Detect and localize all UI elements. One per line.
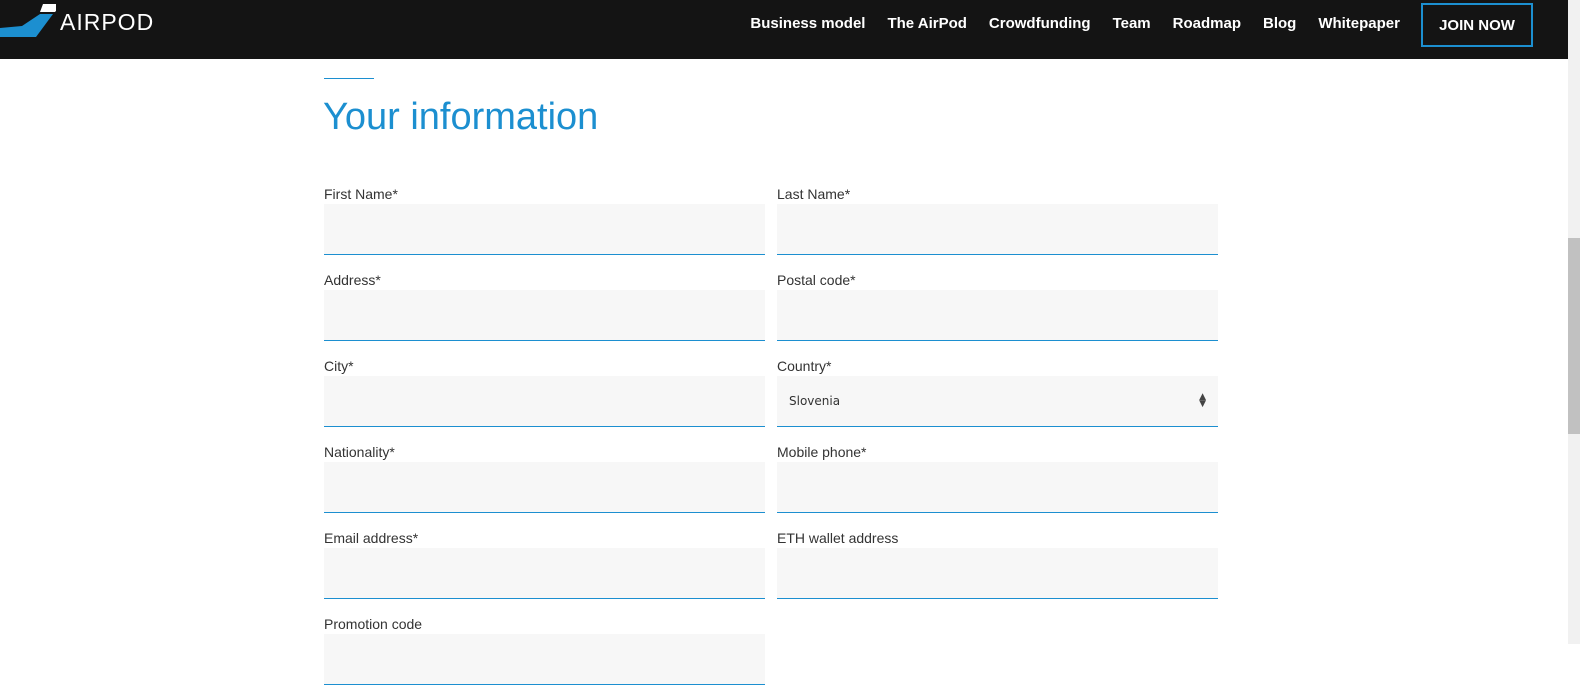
title-divider: [324, 78, 374, 79]
mobile-phone-field: Mobile phone*: [777, 444, 1218, 513]
field-label: Mobile phone*: [777, 444, 867, 460]
field-label: Promotion code: [324, 616, 423, 632]
field-label: Postal code*: [777, 272, 856, 288]
nationality-field: Nationality*: [324, 444, 765, 513]
postal-code-input[interactable]: [777, 290, 1218, 341]
address-input[interactable]: [324, 290, 765, 341]
eth-wallet-field: ETH wallet address: [777, 530, 1218, 599]
join-now-button[interactable]: JOIN NOW: [1421, 3, 1533, 47]
nav-roadmap[interactable]: Roadmap: [1173, 15, 1241, 32]
promotion-code-input[interactable]: [324, 634, 765, 685]
logo[interactable]: AIRPOD: [0, 4, 154, 40]
field-label: Country*: [777, 358, 832, 374]
field-label: City*: [324, 358, 354, 374]
nationality-input[interactable]: [324, 462, 765, 513]
first-name-field: First Name*: [324, 186, 765, 255]
postal-code-field: Postal code*: [777, 272, 1218, 341]
nav-team[interactable]: Team: [1113, 15, 1151, 32]
top-navbar: AIRPOD Business model The AirPod Crowdfu…: [0, 0, 1568, 59]
airpod-logo-icon: [0, 4, 56, 37]
scrollbar-thumb[interactable]: [1568, 238, 1580, 434]
field-label: ETH wallet address: [777, 530, 899, 546]
last-name-input[interactable]: [777, 204, 1218, 255]
nav-crowdfunding[interactable]: Crowdfunding: [989, 15, 1091, 32]
field-label: Nationality*: [324, 444, 395, 460]
nav-whitepaper[interactable]: Whitepaper: [1318, 15, 1400, 32]
field-label: Last Name*: [777, 186, 851, 202]
mobile-phone-input[interactable]: [777, 462, 1218, 513]
country-field: Country* Slovenia ▲ ▼: [777, 358, 1218, 427]
email-input[interactable]: [324, 548, 765, 599]
eth-wallet-input[interactable]: [777, 548, 1218, 599]
first-name-input[interactable]: [324, 204, 765, 255]
promotion-code-field: Promotion code: [324, 616, 765, 685]
logo-text: AIRPOD: [60, 8, 155, 35]
city-field: City*: [324, 358, 765, 427]
main-menu: Business model The AirPod Crowdfunding T…: [750, 0, 1400, 46]
nav-business-model[interactable]: Business model: [750, 15, 865, 32]
field-label: First Name*: [324, 186, 398, 202]
nav-blog[interactable]: Blog: [1263, 15, 1296, 32]
last-name-field: Last Name*: [777, 186, 1218, 255]
city-input[interactable]: [324, 376, 765, 427]
page-title: Your information: [323, 96, 599, 138]
field-label: Email address*: [324, 530, 419, 546]
field-label: Address*: [324, 272, 381, 288]
country-select[interactable]: Slovenia ▲ ▼: [777, 376, 1218, 427]
country-value: Slovenia: [789, 394, 841, 408]
email-field: Email address*: [324, 530, 765, 599]
address-field: Address*: [324, 272, 765, 341]
select-arrows-icon: ▲ ▼: [1199, 392, 1206, 409]
nav-the-airpod[interactable]: The AirPod: [887, 15, 966, 32]
